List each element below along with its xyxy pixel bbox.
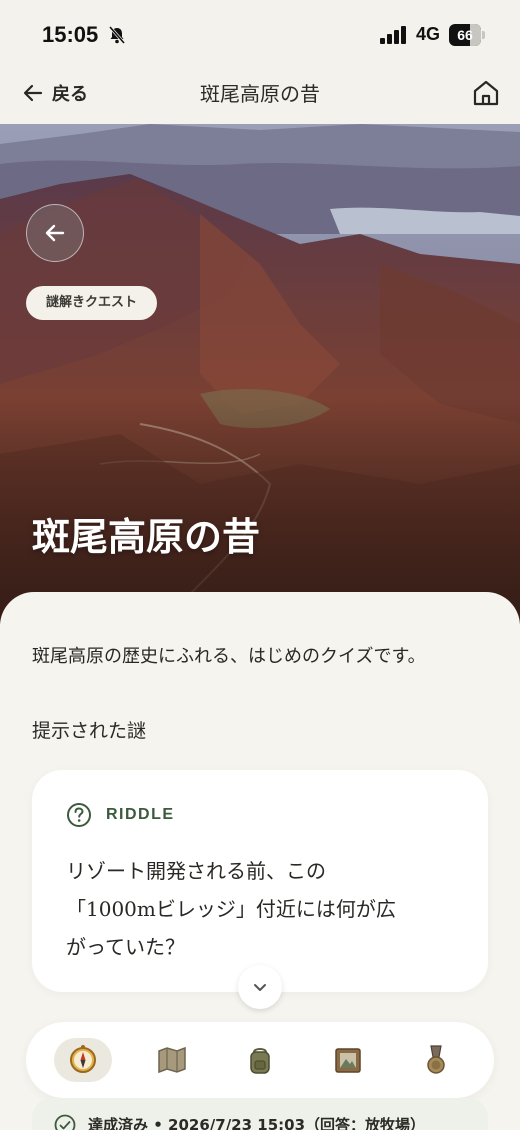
riddle-line: リゾート開発される前、この (66, 859, 326, 883)
page-title: 斑尾高原の昔 (200, 82, 320, 106)
completion-banner: 達成済み • 2026/7/23 15:03（回答：放牧場） (32, 1098, 488, 1130)
picture-frame-icon (335, 1048, 361, 1073)
riddle-line: がっていた？ (66, 935, 185, 959)
map-icon (158, 1046, 186, 1074)
compass-icon (70, 1045, 96, 1073)
riddle-header: RIDDLE (66, 802, 175, 828)
quest-badge: 謎解きクエスト (26, 286, 158, 320)
intro-text: 斑尾高原の歴史にふれる、はじめのクイズです。 (32, 646, 426, 667)
tab-backpack[interactable] (231, 1038, 289, 1082)
question-circle-icon (67, 803, 91, 827)
hero-title: 斑尾高原の昔 (32, 514, 261, 559)
section-heading: 提示された謎 (32, 720, 147, 742)
signal-icon (380, 26, 406, 44)
status-bar: 15:05 4G 66 (0, 0, 520, 70)
hero-back-button[interactable] (26, 204, 84, 262)
expand-button[interactable] (238, 965, 282, 1009)
riddle-card: RIDDLE リゾート開発される前、この 「1000mビレッジ」付近には何が広 … (32, 770, 488, 992)
battery-icon: 66 (449, 24, 485, 46)
hero-image: 謎解きクエスト 斑尾高原の昔 (0, 124, 520, 624)
tab-compass[interactable] (54, 1038, 112, 1082)
nav-header: 戻る 斑尾高原の昔 (0, 70, 520, 124)
tab-bar (26, 1022, 494, 1098)
status-time: 15:05 (42, 22, 99, 47)
tab-medal[interactable] (407, 1038, 465, 1082)
home-icon[interactable] (470, 77, 502, 109)
bell-muted-icon (108, 26, 126, 44)
battery-percent: 66 (457, 27, 473, 43)
check-circle-icon (54, 1114, 76, 1130)
medal-icon (427, 1045, 445, 1074)
tab-picture[interactable] (319, 1038, 377, 1082)
network-label: 4G (416, 24, 441, 44)
chevron-down-icon (254, 984, 266, 991)
riddle-label: RIDDLE (106, 806, 175, 823)
backpack-icon (250, 1048, 270, 1074)
riddle-line: 「1000mビレッジ」付近には何が広 (66, 897, 396, 921)
arrow-left-icon (45, 224, 65, 242)
completion-text: 達成済み • 2026/7/23 15:03（回答：放牧場） (88, 1116, 426, 1130)
tab-map[interactable] (143, 1038, 201, 1082)
riddle-text: リゾート開発される前、この 「1000mビレッジ」付近には何が広 がっていた？ (66, 852, 466, 966)
